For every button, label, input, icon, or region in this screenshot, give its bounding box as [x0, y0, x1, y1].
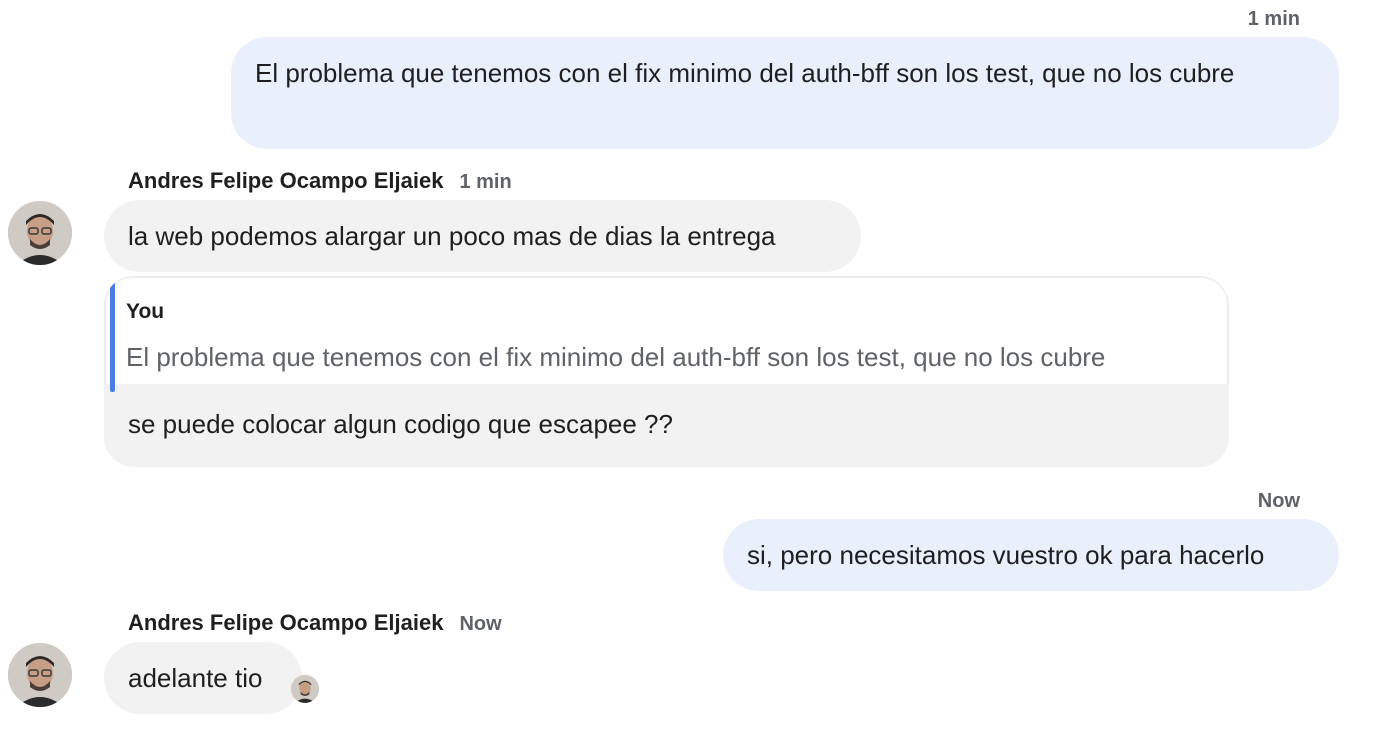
avatar-icon [8, 643, 72, 707]
read-receipt-avatar [291, 675, 319, 703]
incoming-message-bubble[interactable]: adelante tio [104, 642, 302, 714]
reply-message-bubble[interactable]: You El problema que tenemos con el fix m… [104, 276, 1229, 467]
avatar[interactable] [8, 643, 72, 707]
message-timestamp: 1 min [1247, 8, 1300, 30]
message-timestamp: 1 min [459, 171, 512, 193]
message-text: si, pero necesitamos vuestro ok para hac… [747, 540, 1265, 570]
message-text: se puede colocar algun codigo que escape… [128, 409, 673, 439]
read-receipt-icon [291, 675, 319, 703]
avatar[interactable] [8, 201, 72, 265]
quoted-message[interactable]: You El problema que tenemos con el fix m… [104, 276, 1229, 392]
message-header: Andres Felipe Ocampo Eljaiek 1 min [128, 168, 512, 194]
quote-indicator [110, 282, 115, 392]
message-timestamp: Now [459, 613, 502, 635]
sender-name: Andres Felipe Ocampo Eljaiek [128, 168, 444, 193]
sender-name: Andres Felipe Ocampo Eljaiek [128, 610, 444, 635]
message-text: la web podemos alargar un poco mas de di… [128, 221, 776, 251]
outgoing-message-bubble[interactable]: si, pero necesitamos vuestro ok para hac… [723, 519, 1339, 591]
quoted-text: El problema que tenemos con el fix minim… [126, 342, 1106, 372]
incoming-message-bubble[interactable]: la web podemos alargar un poco mas de di… [104, 200, 861, 272]
message-text: El problema que tenemos con el fix minim… [255, 58, 1235, 88]
outgoing-message-bubble[interactable]: El problema que tenemos con el fix minim… [231, 37, 1339, 149]
message-timestamp: Now [1257, 490, 1300, 512]
avatar-icon [8, 201, 72, 265]
quoted-author: You [126, 300, 165, 323]
message-text: adelante tio [128, 663, 263, 693]
message-header: Andres Felipe Ocampo Eljaiek Now [128, 610, 502, 636]
